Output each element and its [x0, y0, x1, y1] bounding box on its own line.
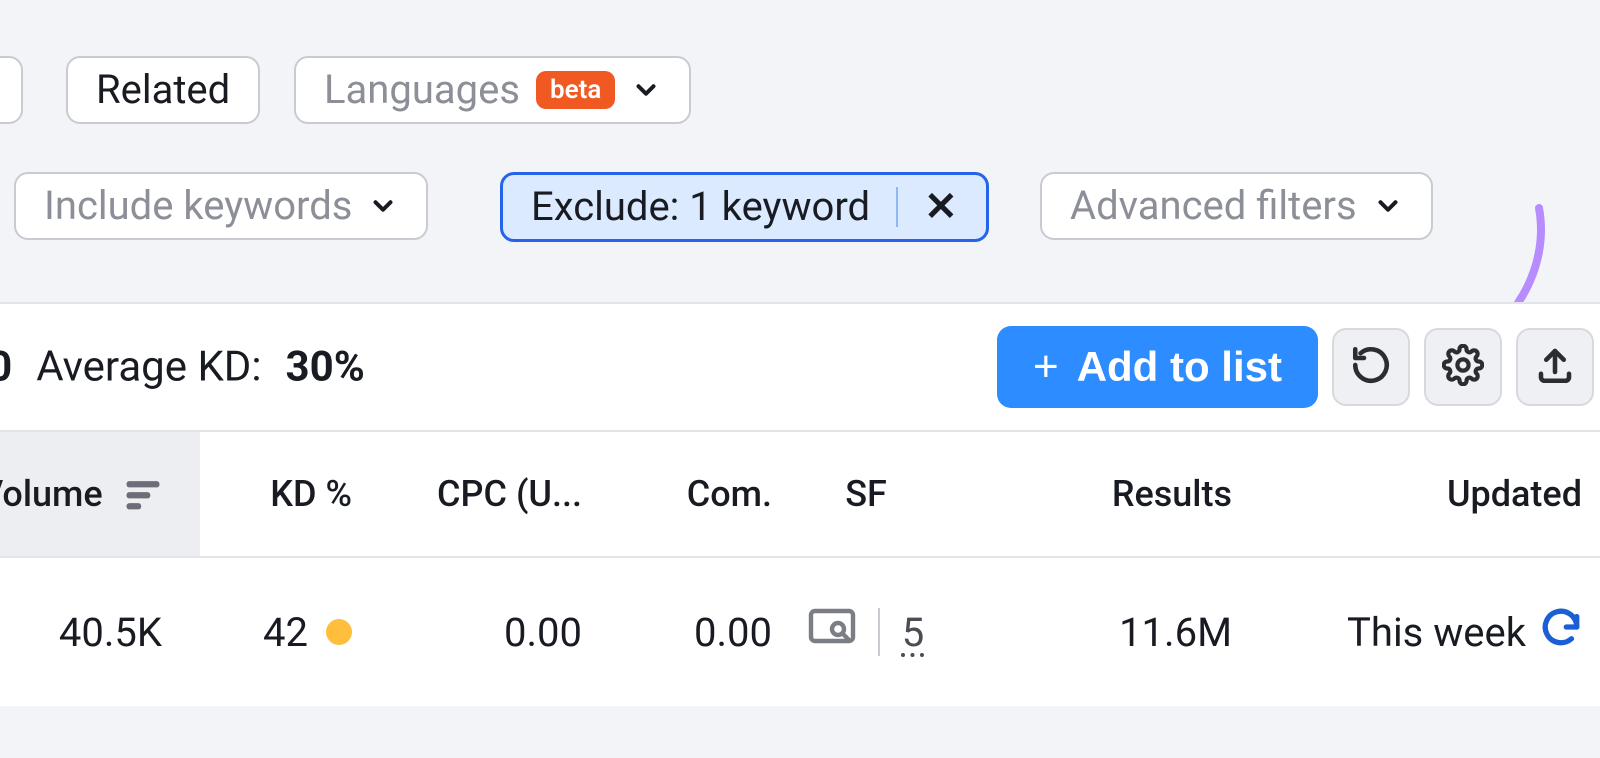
exclude-keywords-filter[interactable]: Exclude: 1 keyword ✕	[500, 172, 989, 242]
cell-volume: 40.5K	[0, 558, 200, 706]
exclude-label: Exclude: 1 keyword	[531, 187, 870, 227]
advanced-filters[interactable]: Advanced filters	[1040, 172, 1433, 240]
cell-results: 11.6M	[960, 558, 1250, 706]
col-sf[interactable]: SF	[790, 432, 960, 556]
tab-related[interactable]: Related	[66, 56, 260, 124]
cell-sf[interactable]: 5	[790, 558, 960, 706]
cell-cpc: 0.00	[370, 558, 600, 706]
avg-kd-label: Average KD:	[36, 343, 261, 392]
plus-icon: +	[1033, 342, 1059, 392]
refresh-icon	[1350, 344, 1392, 390]
col-cpc[interactable]: CPC (U...	[370, 432, 600, 556]
languages-label: Languages	[324, 70, 520, 110]
advanced-label: Advanced filters	[1070, 186, 1357, 226]
divider	[878, 608, 880, 656]
languages-filter[interactable]: Languages beta	[294, 56, 691, 124]
col-results[interactable]: Results	[960, 432, 1250, 556]
col-kd[interactable]: KD %	[200, 432, 370, 556]
tab-label: Related	[96, 70, 230, 110]
serp-preview-icon[interactable]	[808, 607, 856, 657]
include-keywords-filter[interactable]: Include keywords	[14, 172, 428, 240]
gear-icon	[1442, 344, 1484, 390]
cell-com: 0.00	[600, 558, 790, 706]
refresh-button[interactable]	[1332, 328, 1410, 406]
export-button[interactable]	[1516, 328, 1594, 406]
settings-button[interactable]	[1424, 328, 1502, 406]
chevron-down-icon	[631, 75, 661, 105]
col-updated[interactable]: Updated	[1250, 432, 1600, 556]
chevron-down-icon	[368, 191, 398, 221]
result-count: 20	[0, 343, 12, 392]
table-row: 40.5K 42 0.00 0.00 5 11.6M This week	[0, 558, 1600, 706]
tab-ch-partial[interactable]: ch	[0, 56, 23, 124]
refresh-row-button[interactable]	[1540, 606, 1582, 658]
results-toolbar: 20 Average KD: 30% + Add to list	[0, 302, 1600, 432]
beta-badge: beta	[536, 71, 615, 109]
avg-kd-value: 30%	[286, 343, 365, 392]
col-com[interactable]: Com.	[600, 432, 790, 556]
sf-count[interactable]: 5	[902, 609, 924, 656]
sort-desc-icon	[121, 472, 165, 516]
cell-updated: This week	[1250, 558, 1600, 706]
cell-kd: 42	[200, 558, 370, 706]
table-header: Volume KD % CPC (U... Com. SF Results Up…	[0, 432, 1600, 558]
add-to-list-label: Add to list	[1077, 343, 1282, 391]
close-icon[interactable]: ✕	[896, 187, 958, 227]
upload-icon	[1534, 344, 1576, 390]
add-to-list-button[interactable]: + Add to list	[997, 326, 1318, 408]
col-volume[interactable]: Volume	[0, 432, 200, 556]
kd-difficulty-dot	[326, 619, 352, 645]
include-label: Include keywords	[44, 186, 352, 226]
chevron-down-icon	[1373, 191, 1403, 221]
